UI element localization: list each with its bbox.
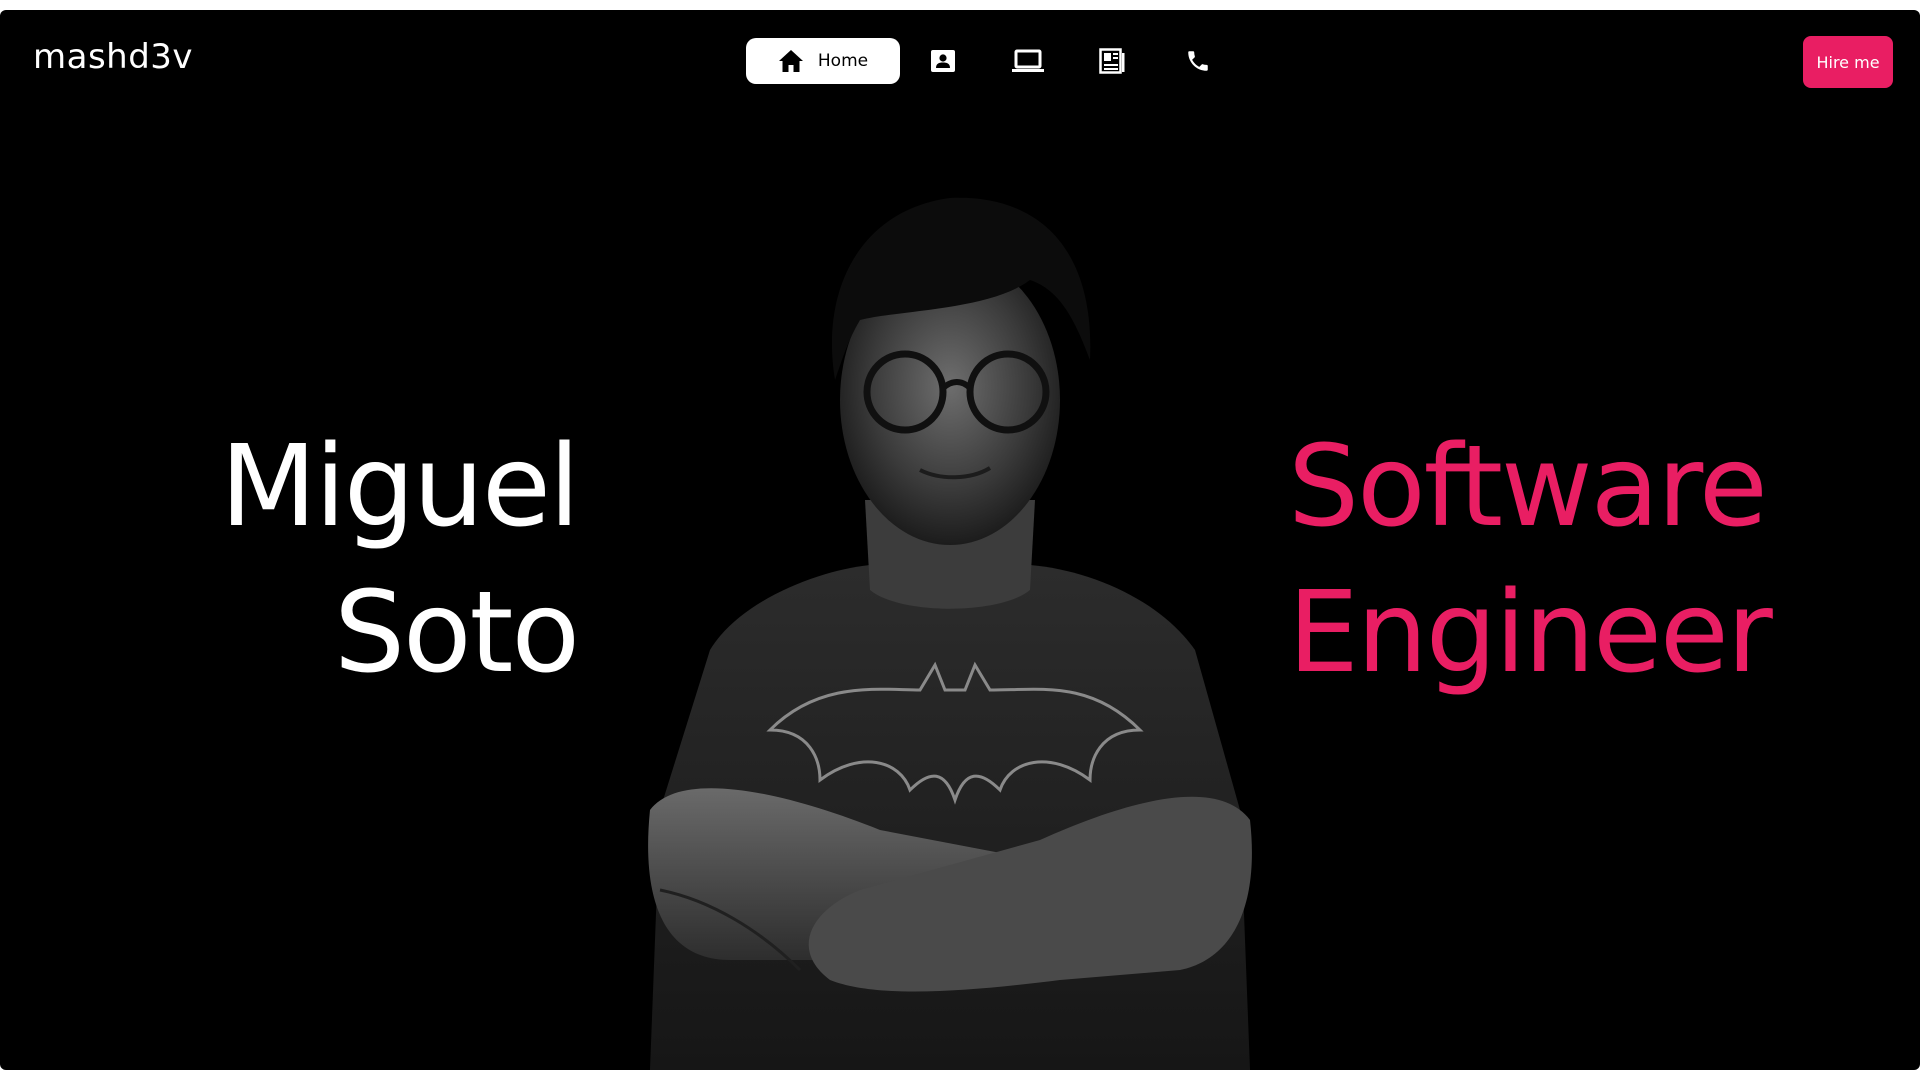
profile-photo xyxy=(648,197,1252,1070)
contact-card-icon xyxy=(930,49,956,73)
nav-blog[interactable] xyxy=(1070,38,1155,84)
app-window: mashd3v Home Hire me Miguel Soto Softwar… xyxy=(0,10,1920,1070)
hero-name: Miguel Soto xyxy=(220,414,580,706)
hero-last-name: Soto xyxy=(333,568,580,698)
phone-icon xyxy=(1185,48,1211,74)
hero-role: Software Engineer xyxy=(1288,414,1773,706)
nav-home-label: Home xyxy=(817,51,869,71)
hero-first-name: Miguel xyxy=(220,422,580,552)
hire-me-button[interactable]: Hire me xyxy=(1803,36,1893,88)
nav-home[interactable]: Home xyxy=(746,38,900,84)
nav-about[interactable] xyxy=(900,38,985,84)
main-nav: Home xyxy=(746,38,1240,84)
site-logo[interactable]: mashd3v xyxy=(33,40,193,74)
laptop-icon xyxy=(1011,49,1044,73)
hero-role-line1: Software xyxy=(1288,422,1768,552)
home-icon xyxy=(778,49,804,73)
nav-projects[interactable] xyxy=(985,38,1070,84)
hero-role-line2: Engineer xyxy=(1288,568,1773,698)
nav-contact[interactable] xyxy=(1155,38,1240,84)
newspaper-icon xyxy=(1098,48,1127,74)
